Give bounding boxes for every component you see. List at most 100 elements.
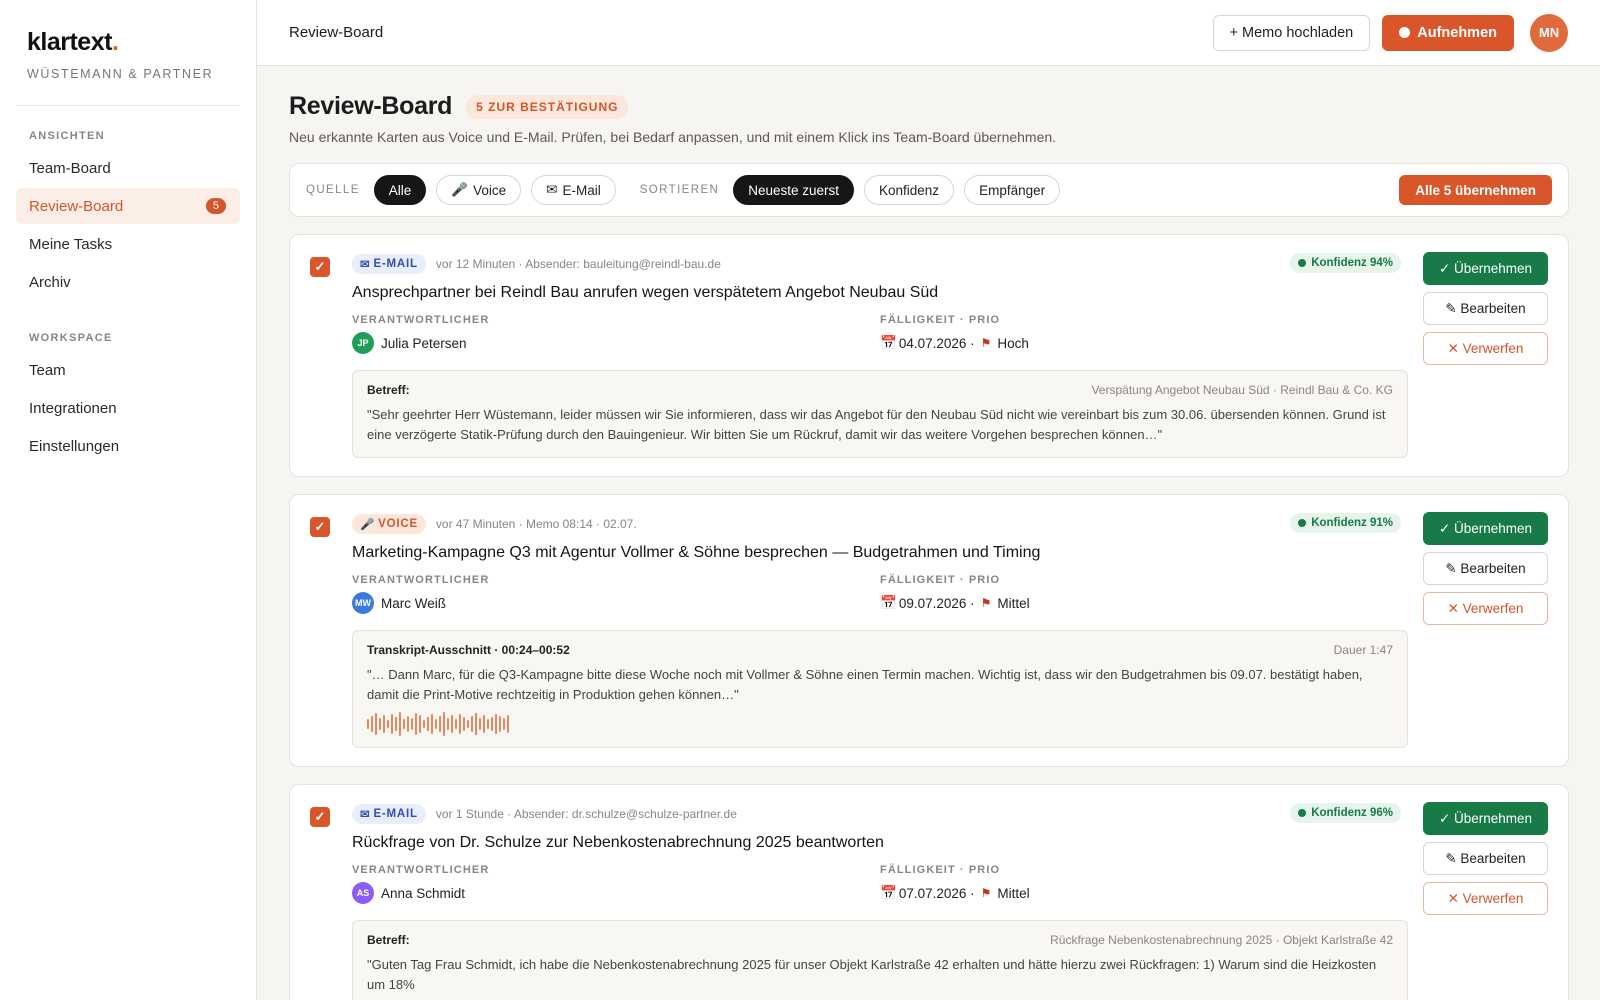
- upload-memo-button[interactable]: + Memo hochladen: [1212, 14, 1371, 51]
- source-badge: 🎤 VOICE: [352, 513, 426, 534]
- sidebar-item-label: Einstellungen: [29, 437, 120, 455]
- excerpt-label: Transkript-Ausschnitt · 00:24–00:52: [367, 643, 570, 657]
- sidebar-item-einstellungen[interactable]: Einstellungen: [16, 428, 240, 464]
- excerpt-text: "Guten Tag Frau Schmidt, ich habe die Ne…: [367, 957, 1377, 992]
- due-value[interactable]: 📅 04.07.2026 · ⚑ Hoch: [880, 332, 1408, 354]
- flag-icon: ⚑: [980, 886, 992, 900]
- card-meta: ✉ E-MAIL vor 12 Minuten · Absender: baulei…: [352, 253, 1408, 274]
- sidebar-item-integrationen[interactable]: Integrationen: [16, 390, 240, 426]
- sort-option-neueste-zuerst[interactable]: Neueste zuerst: [733, 175, 855, 205]
- review-card: ✓ Konfidenz 94% ✓ Übernehmen ✎ Bearbeiten ✕ …: [289, 234, 1569, 477]
- edit-button[interactable]: ✎ Bearbeiten: [1423, 552, 1548, 585]
- owner-label: VERANTWORTLICHER: [352, 574, 490, 586]
- due-value[interactable]: 📅 07.07.2026 · ⚑ Mittel: [880, 882, 1408, 904]
- card-fields: VERANTWORTLICHER JP Julia Petersen FÄLLIGKE…: [352, 314, 1408, 354]
- reject-button[interactable]: ✕ Verwerfen: [1423, 592, 1548, 625]
- owner-value[interactable]: JP Julia Petersen: [352, 332, 880, 354]
- owner-field: VERANTWORTLICHER JP Julia Petersen: [352, 314, 880, 354]
- sidebar: klartext. WÜSTEMANN & PARTNER ANSICHTEN T…: [0, 0, 257, 1000]
- card-actions: ✓ Übernehmen ✎ Bearbeiten ✕ Verwerfen: [1423, 802, 1548, 915]
- card-meta-text: vor 12 Minuten · Absender: bauleitung@re…: [435, 256, 721, 271]
- record-icon: [1399, 27, 1411, 38]
- owner-value[interactable]: AS Anna Schmidt: [352, 882, 880, 904]
- card-title: Marketing-Kampagne Q3 mit Agentur Vollme…: [352, 544, 1041, 561]
- topbar: Review-Board + Memo hochladen Aufnehmen …: [257, 0, 1600, 66]
- edit-button[interactable]: ✎ Bearbeiten: [1423, 292, 1548, 325]
- due-field: FÄLLIGKEIT · PRIO 📅 04.07.2026 · ⚑ Hoch: [880, 314, 1408, 354]
- excerpt-reference: Rückfrage Nebenkostenabrechnung 2025 · O…: [1050, 933, 1393, 947]
- card-title: Rückfrage von Dr. Schulze zur Nebenkoste…: [352, 834, 884, 851]
- sidebar-item-label: Meine Tasks: [29, 235, 113, 253]
- card-meta-text: vor 1 Stunde · Absender: dr.schulze@schu…: [435, 806, 737, 821]
- source-badge: ✉ E-MAIL: [352, 253, 426, 274]
- card-meta: ✉ E-MAIL vor 1 Stunde · Absender: dr.schul…: [352, 803, 1408, 824]
- sort-option-empf-nger[interactable]: Empfänger: [964, 175, 1061, 205]
- sidebar-item-meine-tasks[interactable]: Meine Tasks: [16, 226, 240, 262]
- sidebar-group: WORKSPACE Team Integrationen Einstellungen: [16, 332, 240, 464]
- sidebar-item-team[interactable]: Team: [16, 352, 240, 388]
- sidebar-heading: WORKSPACE: [29, 332, 113, 344]
- edit-button[interactable]: ✎ Bearbeiten: [1423, 842, 1548, 875]
- excerpt-text: "Sehr geehrter Herr Wüstemann, leider mü…: [367, 407, 1386, 442]
- card-select-checkbox[interactable]: ✓: [310, 517, 330, 537]
- excerpt-text: "… Dann Marc, für die Q3-Kampagne bitte …: [367, 667, 1363, 702]
- due-value[interactable]: 📅 09.07.2026 · ⚑ Mittel: [880, 592, 1408, 614]
- record-label: Aufnehmen: [1417, 24, 1497, 41]
- flag-icon: ⚑: [980, 336, 992, 350]
- excerpt-header: Betreff: Verspätung Angebot Neubau Süd · …: [367, 383, 1393, 397]
- brand-logo[interactable]: klartext.: [16, 28, 240, 57]
- source-badge: ✉ E-MAIL: [352, 803, 426, 824]
- accept-button[interactable]: ✓ Übernehmen: [1423, 802, 1548, 835]
- card-title: Ansprechpartner bei Reindl Bau anrufen w…: [352, 284, 939, 301]
- confidence-badge: Konfidenz 91%: [1290, 513, 1401, 533]
- sidebar-item-team-board[interactable]: Team-Board: [16, 150, 240, 186]
- source-excerpt: Betreff: Verspätung Angebot Neubau Süd · …: [352, 370, 1408, 458]
- reject-button[interactable]: ✕ Verwerfen: [1423, 882, 1548, 915]
- accept-all-button[interactable]: Alle 5 übernehmen: [1399, 175, 1552, 205]
- sidebar-item-archiv[interactable]: Archiv: [16, 264, 240, 300]
- sidebar-group: ANSICHTEN Team-Board Review-Board 5 Meine Ta…: [16, 130, 240, 300]
- filter-source-voice[interactable]: 🎤 Voice: [436, 175, 522, 205]
- due-date: 07.07.2026 ·: [898, 885, 975, 901]
- sidebar-item-label: Team-Board: [29, 159, 111, 177]
- accept-button[interactable]: ✓ Übernehmen: [1423, 512, 1548, 545]
- owner-field: VERANTWORTLICHER MW Marc Weiß: [352, 574, 880, 614]
- card-meta-text: vor 47 Minuten · Memo 08:14 · 02.07.: [435, 516, 637, 531]
- source-label: E-MAIL: [373, 807, 418, 820]
- confidence-dot-icon: [1298, 519, 1307, 527]
- accept-button[interactable]: ✓ Übernehmen: [1423, 252, 1548, 285]
- sidebar-item-label: Review-Board: [29, 197, 124, 215]
- card-select-checkbox[interactable]: ✓: [310, 257, 330, 277]
- card-select-checkbox[interactable]: ✓: [310, 807, 330, 827]
- owner-value[interactable]: MW Marc Weiß: [352, 592, 880, 614]
- priority-text: Hoch: [997, 335, 1029, 351]
- excerpt-label: Betreff:: [367, 933, 410, 947]
- filter-label-text: E-Mail: [562, 182, 601, 198]
- confidence-badge: Konfidenz 94%: [1290, 253, 1401, 273]
- user-avatar[interactable]: MN: [1530, 13, 1568, 52]
- mail-icon: ✉: [360, 258, 371, 271]
- sidebar-item-review-board[interactable]: Review-Board 5: [16, 188, 240, 224]
- record-button[interactable]: Aufnehmen: [1382, 14, 1514, 51]
- priority-text: Mittel: [997, 595, 1030, 611]
- audio-waveform[interactable]: [367, 712, 1393, 736]
- card-fields: VERANTWORTLICHER AS Anna Schmidt FÄLLIGKEIT…: [352, 864, 1408, 904]
- confidence-dot-icon: [1298, 809, 1307, 817]
- reject-button[interactable]: ✕ Verwerfen: [1423, 332, 1548, 365]
- due-label: FÄLLIGKEIT · PRIO: [880, 864, 1001, 876]
- microphone-icon: 🎤: [451, 182, 469, 197]
- sidebar-count-badge: 5: [205, 198, 226, 214]
- due-date: 04.07.2026 ·: [898, 335, 975, 351]
- filter-source-e-mail[interactable]: ✉ E-Mail: [531, 175, 616, 205]
- confidence-dot-icon: [1298, 259, 1307, 267]
- owner-name: Anna Schmidt: [381, 885, 466, 901]
- sidebar-heading: ANSICHTEN: [29, 130, 105, 142]
- flag-icon: ⚑: [980, 596, 992, 610]
- sort-option-konfidenz[interactable]: Konfidenz: [864, 175, 955, 205]
- card-content: ✉ E-MAIL vor 12 Minuten · Absender: baulei…: [352, 253, 1408, 458]
- page-subtitle: Neu erkannte Karten aus Voice und E-Mail…: [289, 129, 1057, 145]
- topbar-title: Review-Board: [289, 24, 384, 41]
- owner-avatar: MW: [352, 592, 374, 614]
- filter-source-alle[interactable]: Alle: [373, 175, 427, 205]
- due-date: 09.07.2026 ·: [898, 595, 975, 611]
